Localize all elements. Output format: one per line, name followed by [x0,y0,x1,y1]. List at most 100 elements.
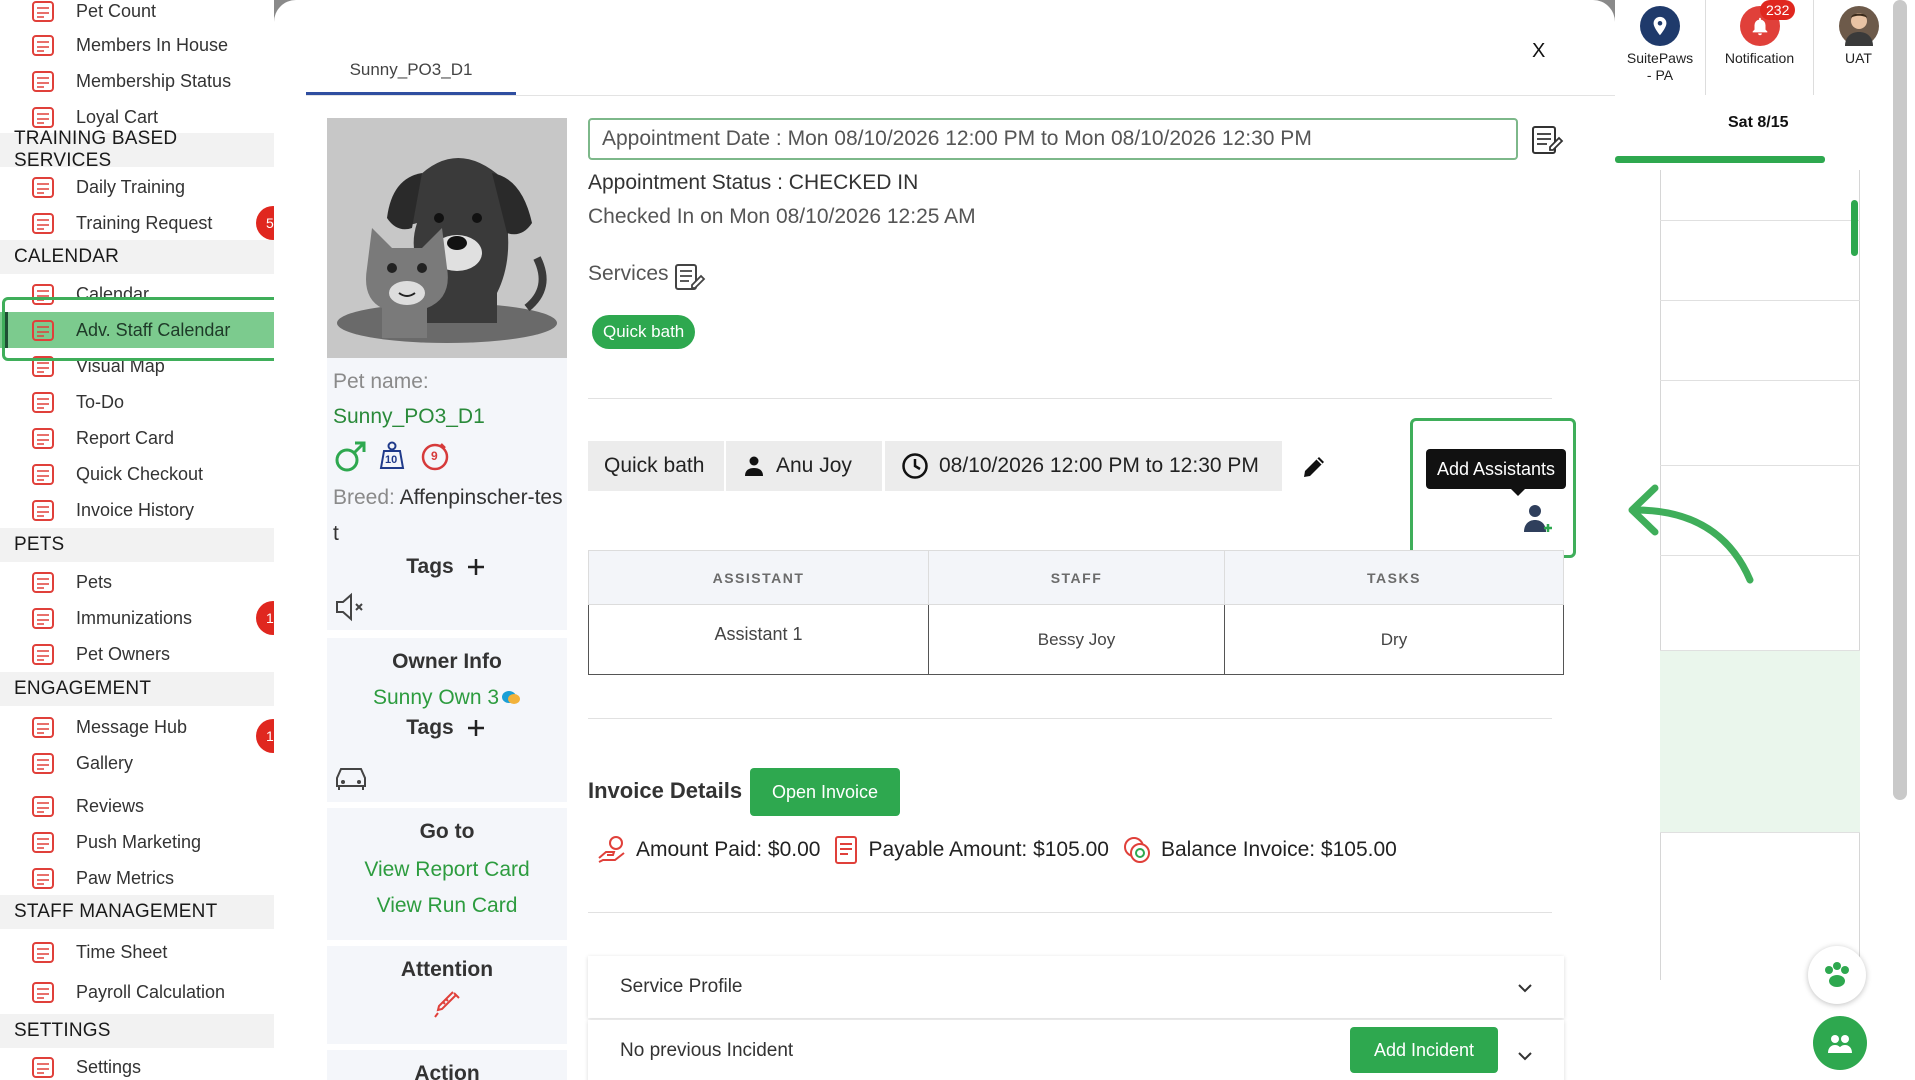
calendar-gridline [1660,832,1860,833]
paw-counter-icon [28,0,58,25]
action-title: Action [414,1062,480,1080]
section-divider [588,398,1552,399]
pet-name[interactable]: Sunny_PO3_D1 [333,405,485,429]
amount-paid: Amount Paid: $0.00 [636,838,821,861]
owner-info-title: Owner Info [392,650,502,673]
staff-cell[interactable]: Bessy Joy [928,604,1225,675]
time-chip: 08/10/2026 12:00 PM to 12:30 PM [885,441,1282,491]
tab-divider [306,95,1615,96]
thumbs-up-icon [28,792,58,820]
pet-name-label: Pet name: [333,370,429,393]
sidebar-item-immunizations[interactable]: Immunizations [0,600,274,636]
view-run-card-link[interactable]: View Run Card [327,894,567,918]
add-assistants-tooltip: Add Assistants [1426,449,1566,496]
chevron-down-icon [1518,1052,1532,1061]
owner-name-link[interactable]: Sunny Own 3 [373,686,499,710]
chat-support-button[interactable] [1813,1016,1867,1070]
car-icon[interactable] [333,762,369,792]
view-report-card-link[interactable]: View Report Card [327,858,567,882]
sidebar-item-gallery[interactable]: Gallery [0,745,274,781]
weight-value: 10 [385,454,398,466]
add-assistant-icon[interactable] [1521,502,1555,536]
edit-appointment-notes-icon[interactable] [1528,121,1564,157]
tools-icon [28,1053,58,1080]
service-profile-accordion[interactable]: Service Profile [588,956,1564,1018]
sidebar-item-invoice-history[interactable]: Invoice History [0,492,274,528]
sidebar-item-payroll-calculation[interactable]: Payroll Calculation [0,974,274,1010]
incident-accordion[interactable]: No previous Incident Add Incident [588,1020,1564,1080]
annotation-arrow [1628,484,1754,584]
sidebar-item-membership-status[interactable]: Membership Status [0,63,274,99]
notification-label: Notification [1724,50,1795,66]
sidebar-item-time-sheet[interactable]: Time Sheet [0,934,274,970]
gallery-icon [28,749,58,777]
person-icon [745,456,763,476]
syringe-icon[interactable] [432,990,462,1020]
sidebar-section-header: STAFF MANAGEMENT [0,895,274,929]
appointment-status: Appointment Status : CHECKED IN [588,171,919,194]
sidebar-item-pet-owners[interactable]: Pet Owners [0,636,274,672]
close-button[interactable]: X [1532,40,1545,63]
sidebar-item-label: Push Marketing [76,831,202,852]
open-invoice-button[interactable]: Open Invoice [750,768,900,816]
sidebar-item-push-marketing[interactable]: Push Marketing [0,824,274,860]
paw-fab-button[interactable] [1808,946,1866,1004]
location-switcher[interactable]: SuitePaws - PA [1615,0,1705,95]
notification-button[interactable]: 232 Notification [1705,0,1813,95]
sidebar-item-message-hub[interactable]: Message Hub [0,709,274,745]
mute-icon[interactable] [333,590,367,624]
pet-info-card: Pet name: Sunny_PO3_D1 10 9 Breed: Affen… [327,358,567,630]
owner-chat-icon[interactable] [501,689,521,707]
sidebar-item-pet-count[interactable]: Pet Count [0,0,274,29]
add-incident-button[interactable]: Add Incident [1350,1027,1498,1073]
invoice-summary: Amount Paid: $0.00 Payable Amount: $105.… [596,834,1409,866]
sidebar-section-header: CALENDAR [0,240,274,274]
sidebar-item-paw-metrics[interactable]: Paw Metrics [0,860,274,896]
training-request-icon [28,209,58,237]
sidebar: Pet Count Members In House Membership Stat… [0,0,274,1080]
sidebar-item-training-request[interactable]: Training Request [0,205,274,241]
sidebar-item-pets[interactable]: Pets [0,564,274,600]
sidebar-item-label: Membership Status [76,70,232,91]
sidebar-item-label: Payroll Calculation [76,981,226,1002]
add-pet-tag-icon[interactable] [464,555,488,579]
add-owner-tag-icon[interactable] [464,716,488,740]
calendar-event-bar[interactable] [1615,156,1825,163]
sidebar-item-label: Daily Training [76,176,186,197]
pet-photo [327,118,567,358]
calendar-gridline [1660,220,1860,221]
goto-title: Go to [419,820,475,843]
payroll-icon [28,978,58,1006]
sidebar-section-header: ENGAGEMENT [0,672,274,706]
assistant-column-header: ASSISTANT [588,550,929,605]
user-menu[interactable]: UAT [1813,0,1903,95]
sidebar-item-daily-training[interactable]: Daily Training [0,169,274,205]
edit-pencil-icon[interactable] [1300,453,1328,481]
calendar-scrollbar[interactable] [1851,200,1858,256]
sidebar-item-label: Message Hub [76,716,188,737]
calendar-slot-highlight [1660,650,1860,832]
tab-pet-appointment[interactable]: Sunny_PO3_D1 [306,44,516,96]
assistant-cell: Assistant 1 [588,604,929,675]
staff-chip: Anu Joy [726,441,882,491]
sidebar-item-label: Paw Metrics [76,867,175,888]
sidebar-item-reviews[interactable]: Reviews [0,788,274,824]
age-value: 9 [431,449,438,463]
services-list-icon[interactable] [672,260,706,294]
checked-in-time: Checked In on Mon 08/10/2026 12:25 AM [588,205,976,228]
service-pill-quick-bath[interactable]: Quick bath [592,315,696,349]
page-scrollbar[interactable] [1893,0,1907,800]
paw-icon [28,568,58,596]
tasks-cell[interactable]: Dry [1224,604,1564,675]
sidebar-item-report-card[interactable]: Report Card [0,420,274,456]
membership-list-icon [28,67,58,95]
sidebar-item-to-do[interactable]: To-Do [0,384,274,420]
services-label: Services [588,262,669,285]
sidebar-item-quick-checkout[interactable]: Quick Checkout [0,456,274,492]
service-profile-label: Service Profile [620,976,743,997]
payable-amount: Payable Amount: $105.00 [868,838,1109,861]
sidebar-item-members-in-house[interactable]: Members In House [0,27,274,63]
report-card-icon [28,424,58,452]
sidebar-item-settings[interactable]: Settings [0,1049,274,1080]
sidebar-item-label: Invoice History [76,499,195,520]
